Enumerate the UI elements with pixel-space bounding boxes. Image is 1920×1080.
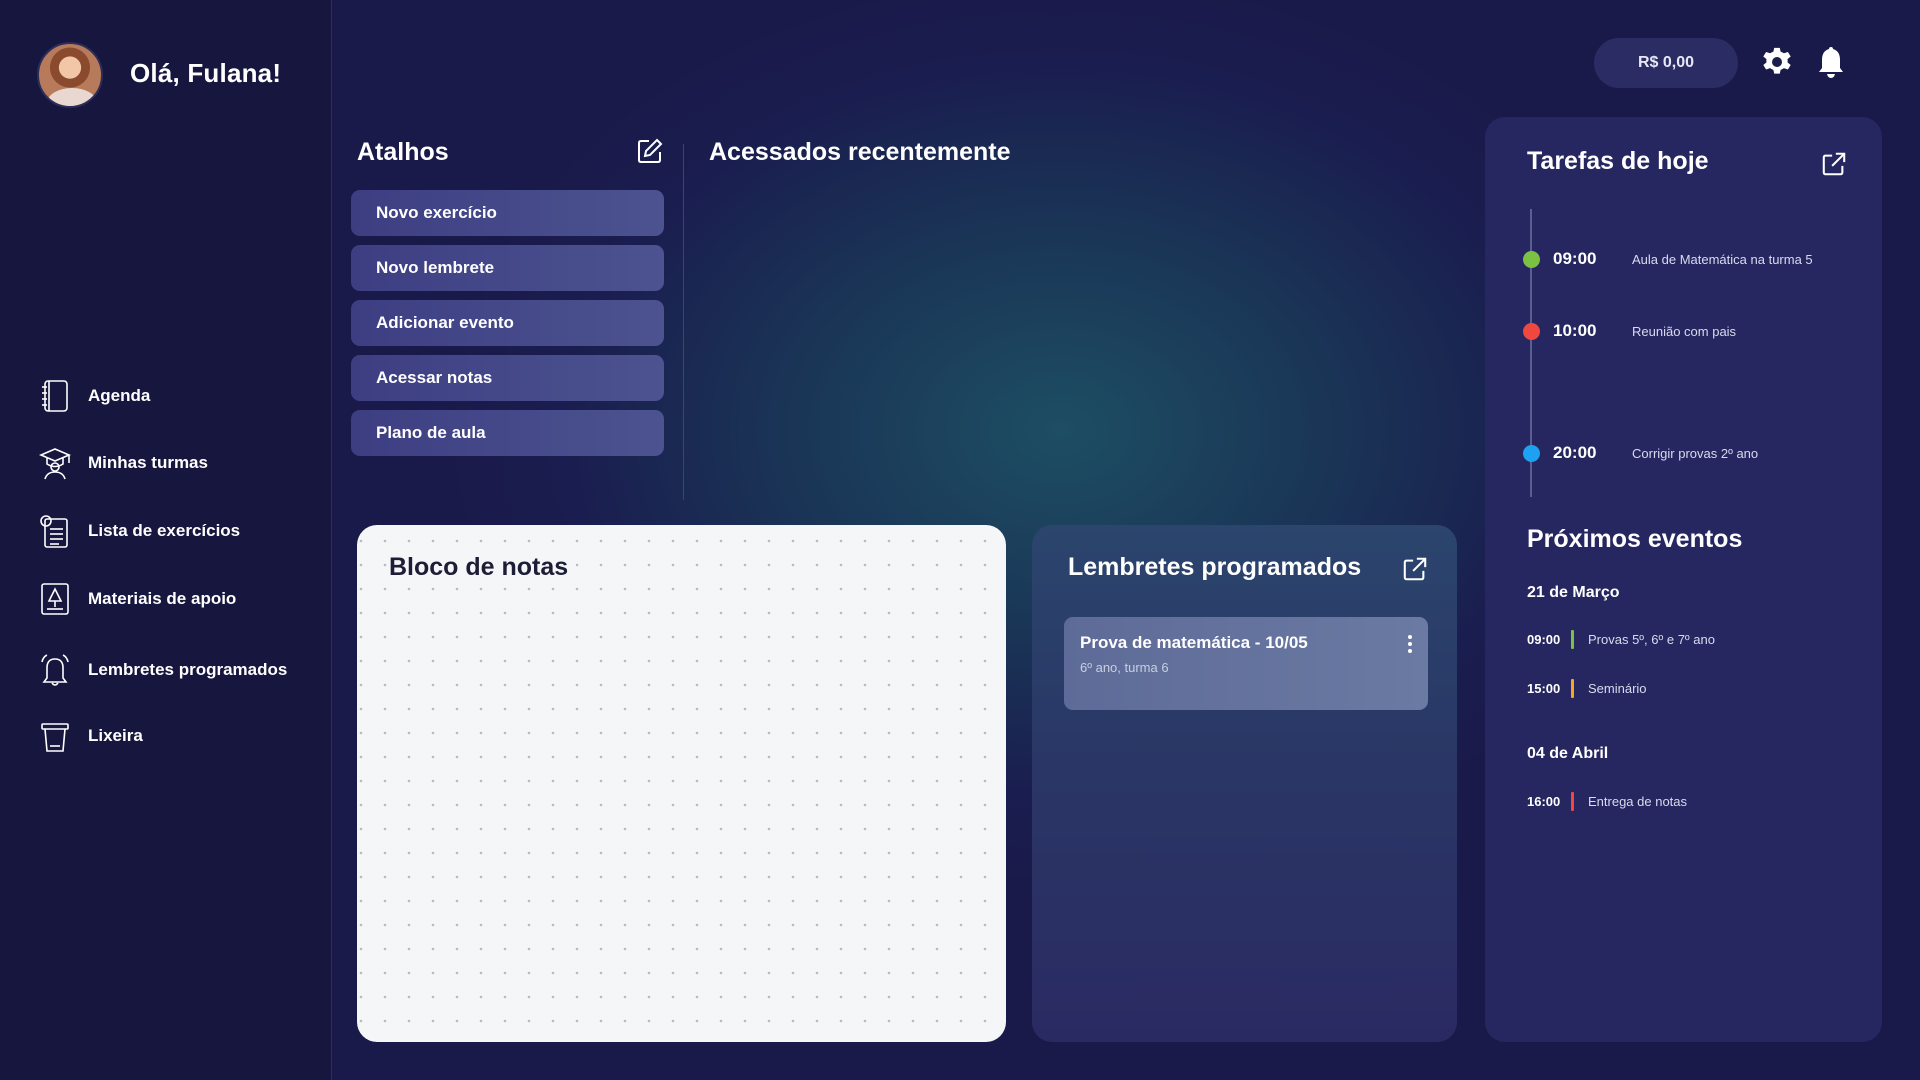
sidebar-item-label: Materiais de apoio — [88, 589, 237, 608]
event-color-bar — [1571, 792, 1574, 811]
agenda-icon — [36, 377, 74, 415]
external-link-icon[interactable] — [1402, 556, 1430, 584]
sidebar-item-lembretes-programados[interactable]: Lembretes programados — [36, 650, 287, 690]
gear-icon[interactable] — [1759, 44, 1795, 80]
notepad-title: Bloco de notas — [389, 553, 577, 582]
more-options-icon[interactable] — [1406, 633, 1414, 655]
exercise-list-icon — [36, 512, 74, 550]
task-time: 10:00 — [1553, 321, 1597, 340]
reminder-card[interactable]: Prova de matemática - 10/05 6º ano, turm… — [1064, 617, 1428, 710]
task-item[interactable]: 09:00 Aula de Matemática na turma 5 — [1485, 247, 1882, 271]
external-link-icon[interactable] — [1821, 151, 1849, 179]
task-desc: Aula de Matemática na turma 5 — [1632, 252, 1813, 267]
bell-icon — [36, 651, 74, 689]
status-dot — [1523, 251, 1540, 268]
task-time: 09:00 — [1553, 249, 1597, 268]
event-color-bar — [1571, 630, 1574, 649]
balance-button[interactable]: R$ 0,00 — [1594, 38, 1738, 88]
task-item[interactable]: 10:00 Reunião com pais — [1485, 319, 1882, 343]
sidebar-item-materiais-de-apoio[interactable]: Materiais de apoio — [36, 579, 236, 619]
graduation-icon — [36, 444, 74, 482]
notepad[interactable]: Bloco de notas — [357, 525, 1006, 1042]
sidebar-item-lista-de-exercicios[interactable]: Lista de exercícios — [36, 511, 240, 551]
event-color-bar — [1571, 679, 1574, 698]
shortcut-plano-de-aula[interactable]: Plano de aula — [351, 410, 664, 456]
task-desc: Corrigir provas 2º ano — [1632, 446, 1759, 461]
event-date: 04 de Abril — [1527, 745, 1609, 762]
event-time: 15:00 — [1527, 681, 1561, 696]
sidebar-item-lixeira[interactable]: Lixeira — [36, 716, 143, 756]
avatar[interactable] — [37, 42, 103, 108]
notification-bell-icon[interactable] — [1813, 44, 1849, 80]
event-item[interactable]: 15:00 Seminário — [1527, 679, 1857, 699]
shortcuts-title: Atalhos — [357, 138, 449, 166]
sidebar-item-minhas-turmas[interactable]: Minhas turmas — [36, 443, 208, 483]
reminder-subtitle: 6º ano, turma 6 — [1080, 660, 1169, 675]
shortcut-novo-lembrete[interactable]: Novo lembrete — [351, 245, 664, 291]
shortcut-acessar-notas[interactable]: Acessar notas — [351, 355, 664, 401]
section-divider — [683, 144, 684, 500]
support-material-icon — [36, 580, 74, 618]
status-dot — [1523, 323, 1540, 340]
event-desc: Entrega de notas — [1588, 794, 1688, 809]
recent-title: Acessados recentemente — [709, 138, 1011, 166]
sidebar-item-label: Lembretes programados — [88, 660, 288, 679]
status-dot — [1523, 445, 1540, 462]
reminders-panel: Lembretes programados Prova de matemátic… — [1032, 525, 1457, 1042]
task-item[interactable]: 20:00 Corrigir provas 2º ano — [1485, 441, 1882, 465]
event-item[interactable]: 09:00 Provas 5º, 6º e 7º ano — [1527, 630, 1857, 650]
sidebar-item-label: Lista de exercícios — [88, 521, 241, 540]
sidebar-item-label: Lixeira — [88, 726, 143, 745]
shortcut-novo-exercicio[interactable]: Novo exercício — [351, 190, 664, 236]
trash-icon — [36, 717, 74, 755]
events-title: Próximos eventos — [1527, 525, 1743, 553]
task-desc: Reunião com pais — [1632, 324, 1737, 339]
sidebar-item-label: Minhas turmas — [88, 453, 208, 472]
event-desc: Seminário — [1588, 681, 1647, 696]
shortcut-adicionar-evento[interactable]: Adicionar evento — [351, 300, 664, 346]
reminder-title: Prova de matemática - 10/05 — [1080, 633, 1308, 652]
event-time: 16:00 — [1527, 794, 1561, 809]
edit-icon[interactable] — [636, 137, 664, 165]
today-panel: Tarefas de hoje 09:00 Aula de Matemática… — [1485, 117, 1882, 1042]
tasks-title: Tarefas de hoje — [1527, 147, 1709, 175]
sidebar-item-label: Agenda — [88, 386, 151, 405]
event-desc: Provas 5º, 6º e 7º ano — [1588, 632, 1715, 647]
event-item[interactable]: 16:00 Entrega de notas — [1527, 792, 1857, 812]
reminders-title: Lembretes programados — [1068, 553, 1362, 581]
event-time: 09:00 — [1527, 632, 1561, 647]
greeting: Olá, Fulana! — [130, 58, 282, 88]
event-date: 21 de Março — [1527, 584, 1620, 601]
sidebar-item-agenda[interactable]: Agenda — [36, 376, 150, 416]
sidebar: Olá, Fulana! Agenda Minhas turmas Lista … — [0, 0, 332, 1080]
task-time: 20:00 — [1553, 443, 1597, 462]
